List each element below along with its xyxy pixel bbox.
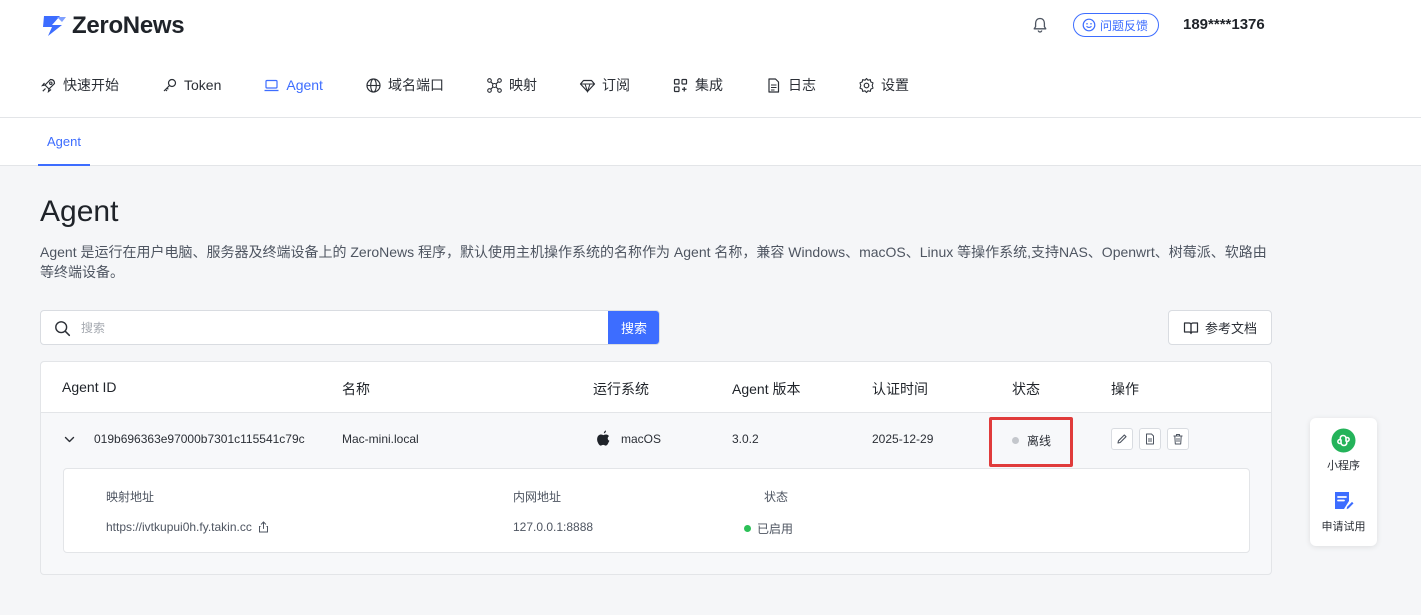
logo-text: ZeroNews xyxy=(72,12,185,39)
tab-agent[interactable]: Agent xyxy=(38,118,90,166)
apply-trial-icon xyxy=(1334,492,1355,511)
agent-name-cell: Mac-mini.local xyxy=(342,432,419,446)
nav-item-label: 域名端口 xyxy=(387,77,444,93)
column-header-auth-time: 认证时间 xyxy=(872,381,928,397)
laptop-icon xyxy=(264,79,279,91)
search-button[interactable]: 搜索 xyxy=(608,311,659,344)
nav-item-label: Agent xyxy=(286,77,323,93)
trash-icon xyxy=(1173,434,1183,445)
mapping-address-link[interactable]: https://ivtkupui0h.fy.takin.cc xyxy=(106,520,252,534)
detail-header-internal-address: 内网地址 xyxy=(513,490,562,504)
book-icon xyxy=(1183,321,1199,334)
column-header-name: 名称 xyxy=(342,381,370,397)
mapping-address-cell: https://ivtkupui0h.fy.takin.cc xyxy=(106,520,269,534)
pencil-icon xyxy=(1117,434,1127,444)
share-icon[interactable] xyxy=(258,521,269,533)
smile-icon xyxy=(1082,18,1096,32)
diamond-icon xyxy=(579,79,596,93)
grid-icon xyxy=(673,78,688,92)
search-icon xyxy=(55,321,71,337)
user-account[interactable]: 189****1376 xyxy=(1183,16,1265,33)
search-input[interactable] xyxy=(81,311,641,344)
nav-item-label: Token xyxy=(184,77,222,93)
nav-item-domain-port[interactable]: 域名端口 xyxy=(365,74,444,96)
nav-item-agent[interactable]: Agent xyxy=(263,74,323,96)
edit-button[interactable] xyxy=(1111,428,1133,450)
agent-table: Agent ID 名称 运行系统 Agent 版本 认证时间 状态 操作 019… xyxy=(40,361,1272,575)
search-box: 搜索 xyxy=(40,310,660,345)
chevron-down-icon[interactable] xyxy=(63,433,76,446)
nav-item-logs[interactable]: 日志 xyxy=(765,74,816,96)
nav-item-label: 集成 xyxy=(694,77,723,93)
table-row: 019b696363e97000b7301c115541c79c Mac-min… xyxy=(41,413,1271,467)
logo[interactable]: ZeroNews xyxy=(40,12,185,40)
os-cell: macOS xyxy=(596,430,661,447)
feedback-button[interactable]: 问题反馈 xyxy=(1073,13,1160,37)
nav-item-quick-start[interactable]: 快速开始 xyxy=(40,74,119,96)
column-header-version: Agent 版本 xyxy=(732,381,801,397)
nav-item-label: 映射 xyxy=(508,77,537,93)
table-header: Agent ID 名称 运行系统 Agent 版本 认证时间 状态 操作 xyxy=(41,362,1271,413)
gear-icon xyxy=(859,77,874,93)
nav-item-label: 订阅 xyxy=(601,77,630,93)
reference-docs-button[interactable]: 参考文档 xyxy=(1168,310,1272,345)
view-logs-button[interactable] xyxy=(1139,428,1161,450)
network-icon xyxy=(487,77,502,93)
nav-item-subscription[interactable]: 订阅 xyxy=(579,74,630,96)
top-header: ZeroNews 问题反馈 189****1376 快速开始 Token Age… xyxy=(0,0,1421,118)
nav-item-token[interactable]: Token xyxy=(161,74,221,96)
zeronews-logo-icon xyxy=(43,16,66,36)
nav-item-mapping[interactable]: 映射 xyxy=(486,74,537,96)
delete-button[interactable] xyxy=(1167,428,1189,450)
rocket-icon xyxy=(41,78,56,93)
page-description: Agent 是运行在用户电脑、服务器及终端设备上的 ZeroNews 程序，默认… xyxy=(40,244,1267,280)
apple-icon xyxy=(597,430,610,446)
detail-header-mapping-address: 映射地址 xyxy=(106,490,155,504)
internal-address-cell: 127.0.0.1:8888 xyxy=(513,520,594,534)
page-title: Agent xyxy=(40,195,119,228)
main-nav: 快速开始 Token Agent 域名端口 映射 订阅 集成 日志 设置 xyxy=(40,74,951,96)
mapping-status-cell: 已启用 xyxy=(744,520,793,537)
version-cell: 3.0.2 xyxy=(732,432,759,446)
os-label: macOS xyxy=(621,431,662,446)
agent-id-cell: 019b696363e97000b7301c115541c79c xyxy=(94,432,305,446)
nav-item-settings[interactable]: 设置 xyxy=(858,74,909,96)
nav-item-label: 设置 xyxy=(880,77,909,93)
mini-program-icon xyxy=(1331,428,1356,453)
column-header-status: 状态 xyxy=(1012,381,1040,397)
globe-icon xyxy=(366,77,381,93)
nav-item-label: 快速开始 xyxy=(63,77,119,93)
detail-header-status: 状态 xyxy=(764,490,789,504)
floating-help-widget: 小程序 申请试用 xyxy=(1310,418,1377,546)
bell-icon[interactable] xyxy=(1031,16,1049,34)
file-icon xyxy=(1146,433,1154,445)
mini-program-button[interactable]: 小程序 xyxy=(1310,428,1377,473)
apply-trial-button[interactable]: 申请试用 xyxy=(1310,490,1377,534)
reference-docs-label: 参考文档 xyxy=(1204,321,1257,336)
nav-item-integration[interactable]: 集成 xyxy=(672,74,723,96)
sub-tab-bar: Agent xyxy=(0,118,1421,166)
document-icon xyxy=(768,77,780,93)
mapping-status-label: 已启用 xyxy=(757,522,794,536)
column-header-agent-id: Agent ID xyxy=(62,379,117,395)
apply-trial-label: 申请试用 xyxy=(1321,521,1366,533)
mapping-detail-panel: 映射地址 内网地址 状态 https://ivtkupui0h.fy.takin… xyxy=(63,468,1250,553)
nav-item-label: 日志 xyxy=(787,77,816,93)
status-highlight-box xyxy=(989,417,1073,467)
mini-program-label: 小程序 xyxy=(1327,460,1360,472)
auth-time-cell: 2025-12-29 xyxy=(872,432,934,446)
column-header-actions: 操作 xyxy=(1111,381,1139,397)
enabled-dot-icon xyxy=(744,525,751,532)
column-header-os: 运行系统 xyxy=(593,381,649,397)
feedback-label: 问题反馈 xyxy=(1100,18,1149,33)
key-icon xyxy=(163,78,177,91)
